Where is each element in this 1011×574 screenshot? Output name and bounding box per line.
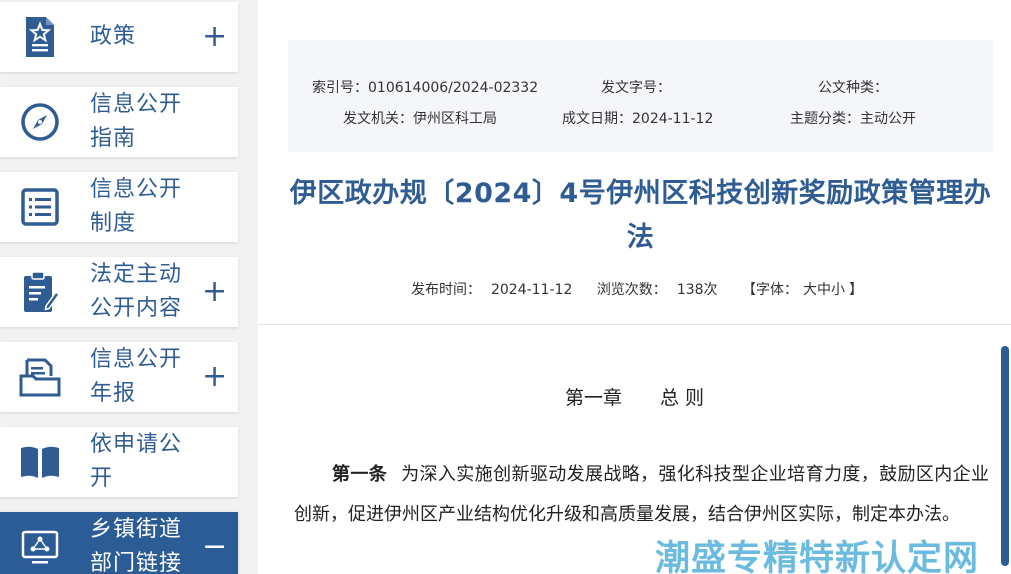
sidebar-item-label: 乡镇街道部门链接 [90, 517, 183, 574]
clipboard-edit-icon [18, 270, 62, 314]
sidebar-item-apply-disclosure[interactable]: 依申请公开 [0, 427, 238, 497]
policy-doc-star-icon [18, 15, 62, 59]
meta-topic: 主题分类：主动公开 [790, 111, 916, 127]
clause-text: 为深入实施创新驱动发展战略，强化科技型企业培育力度，鼓励区内企业创新，促进伊州区… [294, 464, 990, 525]
font-medium-link[interactable]: 中 [817, 282, 831, 298]
expand-plus-icon[interactable]: + [202, 277, 227, 307]
compass-icon [18, 100, 62, 144]
page-title: 伊区政办规〔2024〕4号伊州区科技创新奖励政策管理办法 [289, 178, 992, 253]
article-panel: 索引号：010614006/2024-02332 发文字号： 公文种类： 发文机… [258, 0, 1011, 574]
folder-document-icon [18, 355, 62, 399]
meta-index: 索引号：010614006/2024-02332 [312, 80, 539, 96]
open-book-icon [18, 440, 62, 484]
sidebar-item-label: 信息公开年报 [90, 347, 183, 406]
sidebar-item-label: 信息公开指南 [90, 92, 183, 151]
publish-info: 发布时间： 2024-11-12 浏览次数： 138次 【字体： 大中小】 [258, 279, 1011, 299]
publish-time: 发布时间： 2024-11-12 [410, 282, 573, 298]
clause-label: 第一条 [332, 464, 388, 485]
font-large-link[interactable]: 大 [803, 282, 817, 298]
font-size-switcher: 【字体： 大中小】 [742, 282, 863, 298]
list-document-icon [18, 185, 62, 229]
meta-doc-type: 公文种类： [818, 80, 888, 96]
chapter-heading: 第一章 总 则 [564, 387, 705, 409]
meta-written-date: 成文日期：2024-11-12 [562, 111, 714, 127]
document-meta-box: 索引号：010614006/2024-02332 发文字号： 公文种类： 发文机… [288, 40, 993, 152]
sidebar-item-label: 信息公开制度 [90, 177, 183, 236]
view-count: 浏览次数： 138次 [596, 282, 718, 298]
meta-issuer: 发文机关：伊州区科工局 [343, 111, 497, 127]
article-paragraph: 第一条 为深入实施创新驱动发展战略，强化科技型企业培育力度，鼓励区内企业创新，促进… [294, 455, 989, 535]
sidebar-item-label: 法定主动公开内容 [90, 262, 183, 321]
watermark-text: 潮盛专精特新认定网 [655, 539, 980, 574]
divider [258, 324, 1011, 325]
sidebar-item-label: 政策 [90, 24, 137, 49]
sidebar-item-label: 依申请公开 [90, 432, 183, 491]
expand-plus-icon[interactable]: + [202, 362, 227, 392]
font-small-link[interactable]: 小 [831, 282, 845, 298]
sidebar-item-policy[interactable]: 政策 + [0, 2, 238, 72]
sidebar-item-township-links[interactable]: 乡镇街道部门链接 − [0, 512, 238, 574]
meta-doc-number: 发文字号： [601, 80, 671, 96]
network-monitor-icon [18, 525, 62, 569]
collapse-minus-icon[interactable]: − [202, 532, 227, 562]
expand-plus-icon[interactable]: + [202, 22, 227, 52]
sidebar-item-annual-report[interactable]: 信息公开年报 + [0, 342, 238, 412]
sidebar-item-disclosure-guide[interactable]: 信息公开指南 [0, 87, 238, 157]
sidebar-item-disclosure-system[interactable]: 信息公开制度 [0, 172, 238, 242]
sidebar-item-statutory-content[interactable]: 法定主动公开内容 + [0, 257, 238, 327]
sidebar-nav: 政策 + 信息公开指南 信息公开制度 法定主动公开内容 + 信息公开年报 + 依… [0, 0, 240, 574]
